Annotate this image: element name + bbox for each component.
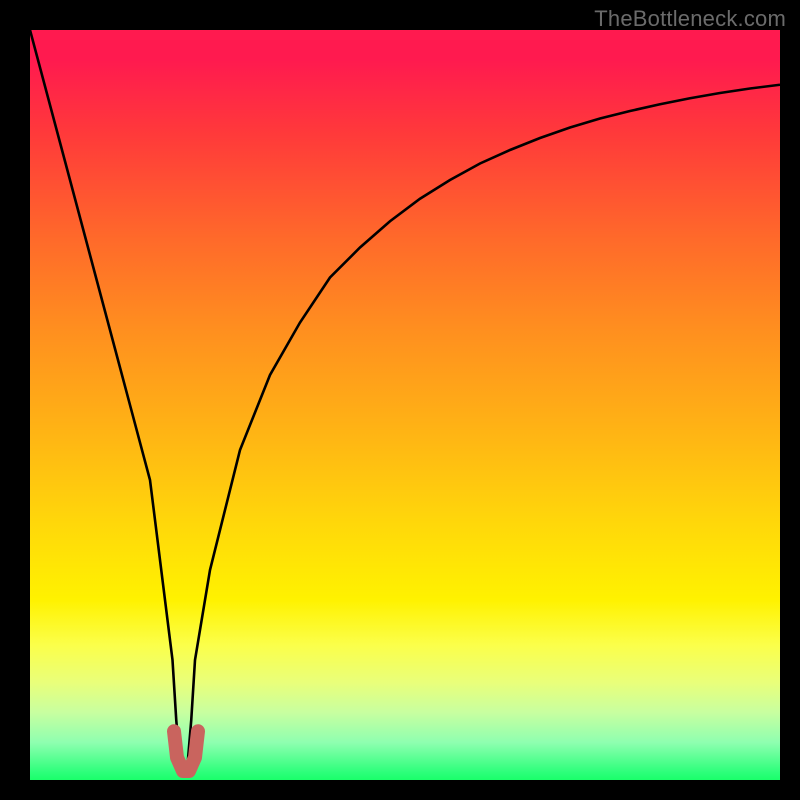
bottleneck-curve bbox=[30, 30, 780, 773]
chart-svg bbox=[30, 30, 780, 780]
watermark-text: TheBottleneck.com bbox=[594, 6, 786, 32]
u-bottom-marker bbox=[174, 731, 198, 771]
outer-frame: TheBottleneck.com bbox=[0, 0, 800, 800]
plot-area bbox=[30, 30, 780, 780]
